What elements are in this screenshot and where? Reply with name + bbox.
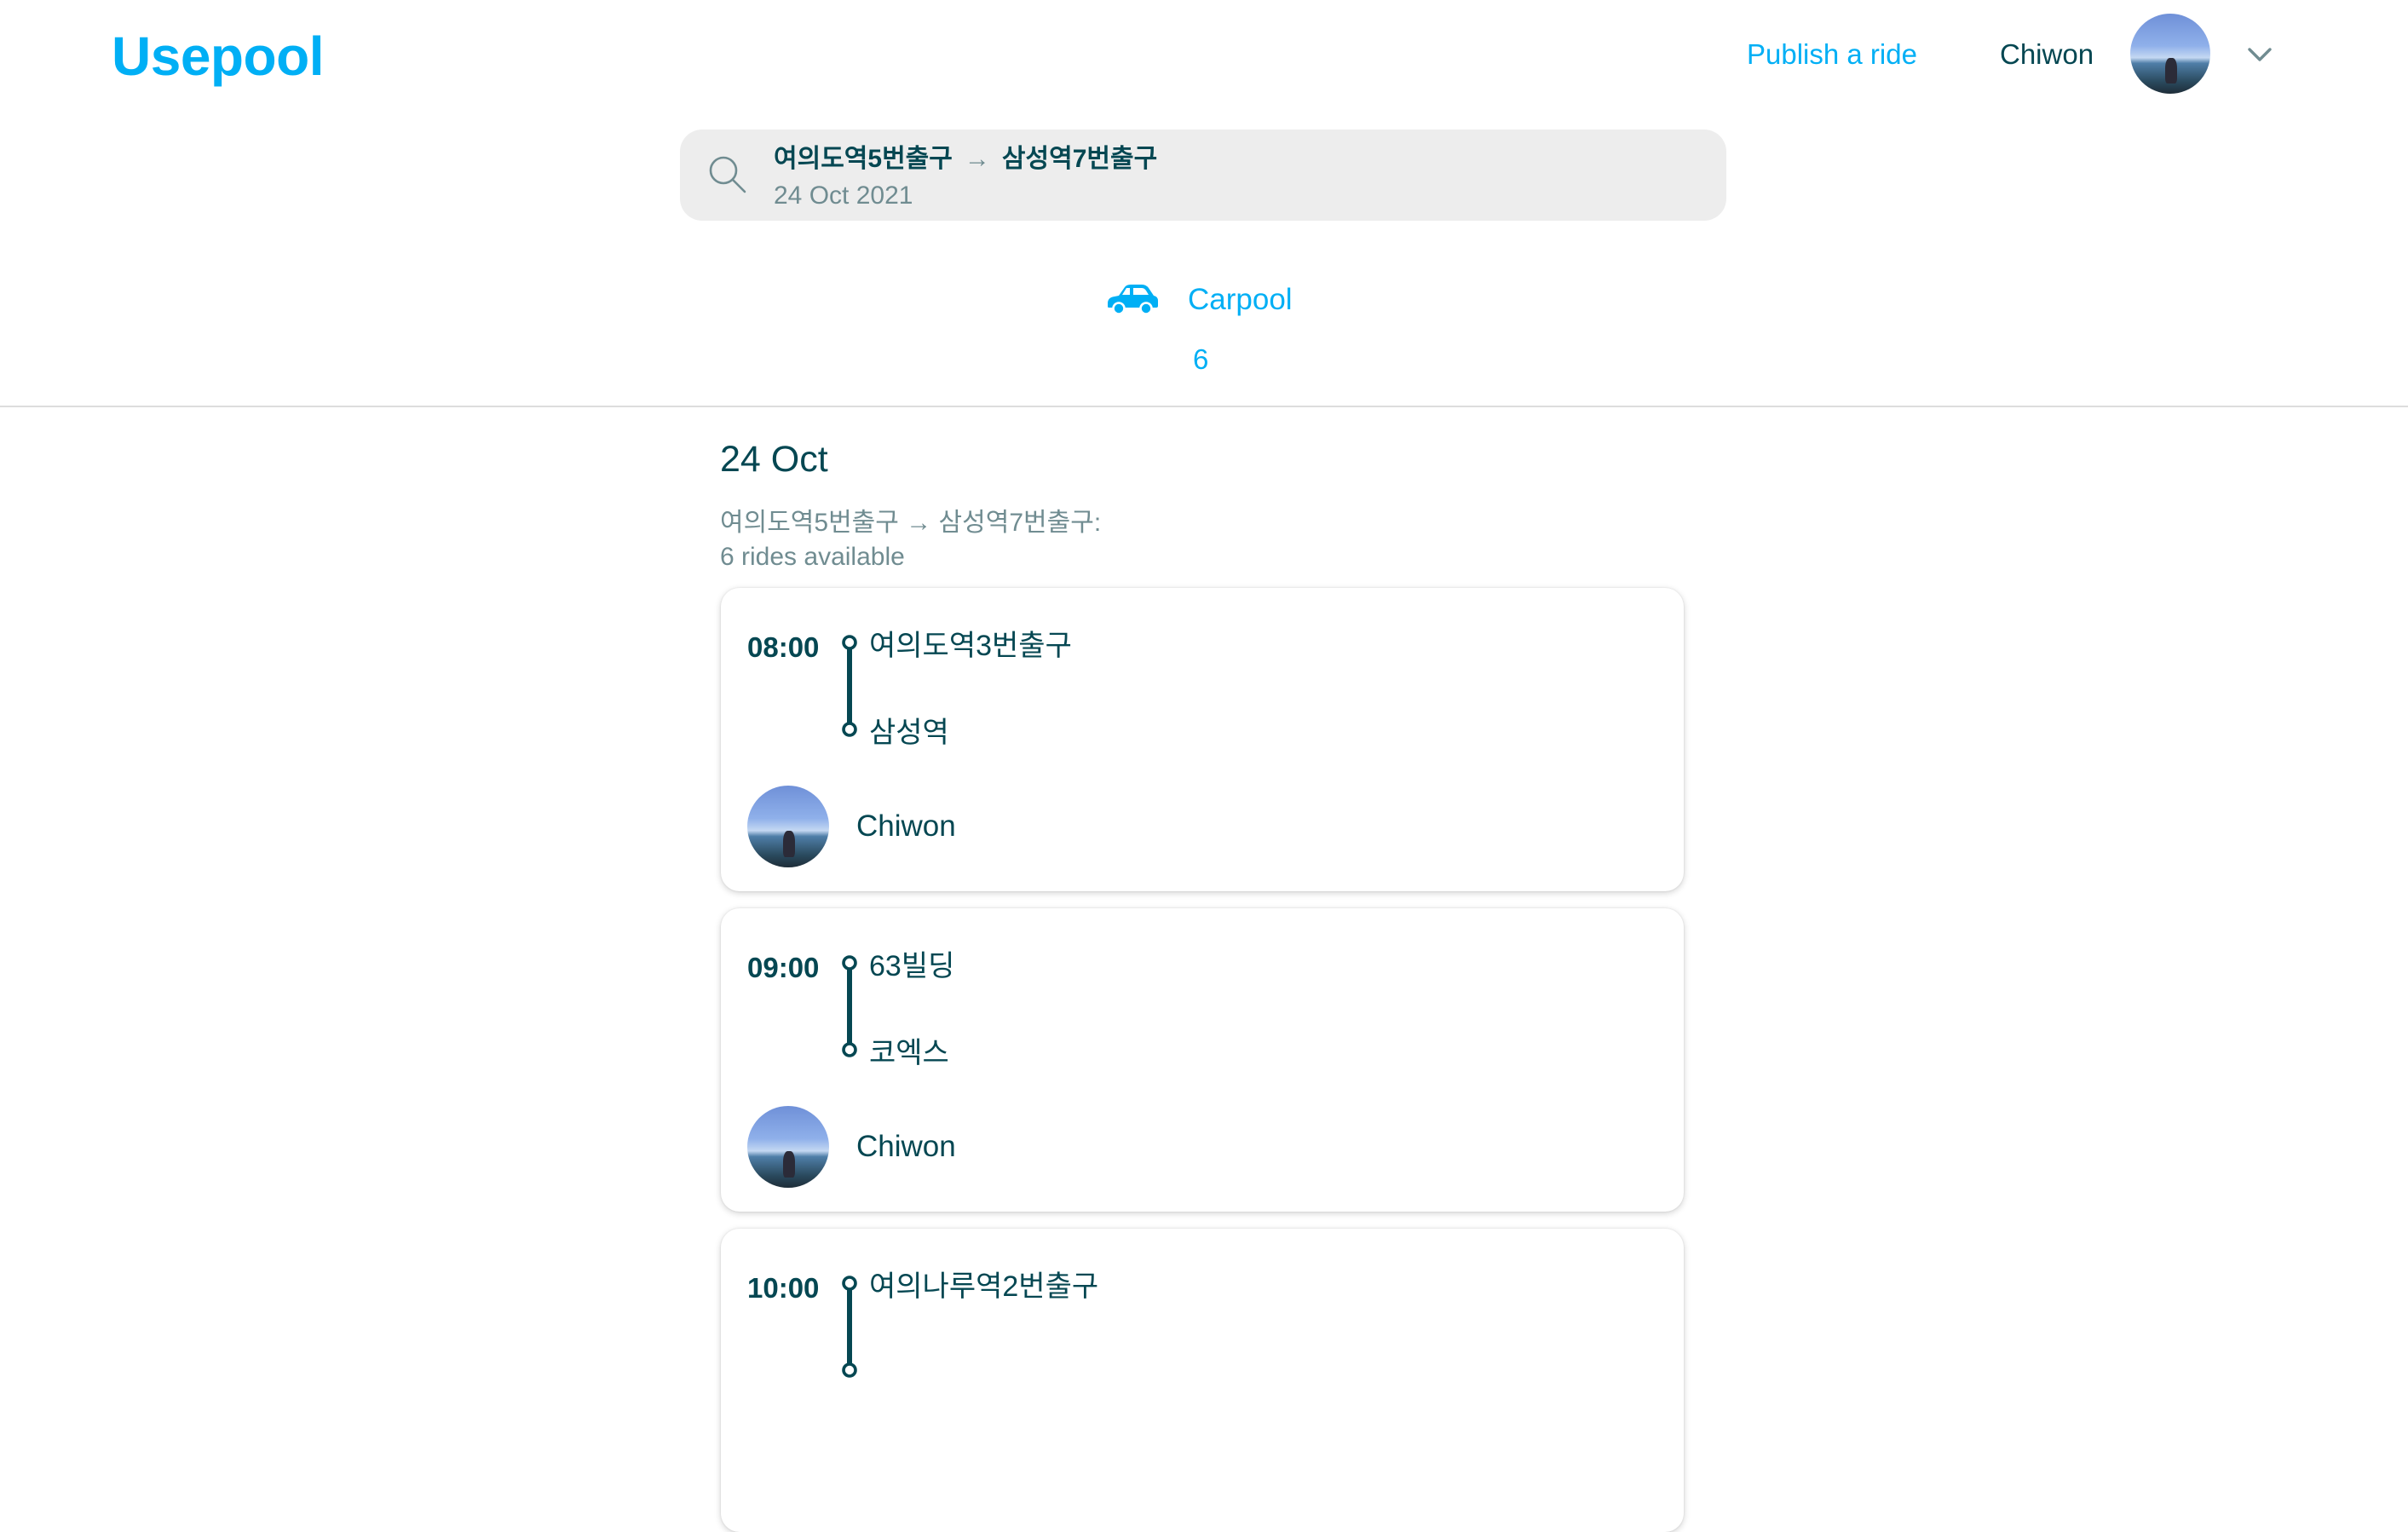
car-icon [1108,285,1158,315]
tab-count: 6 [1193,343,1209,375]
user-name[interactable]: Chiwon [2000,36,2094,73]
route-line-icon [842,1276,857,1378]
ride-card[interactable]: 08:00 여의도역3번출구 삼성역 Chiwon [721,588,1684,891]
route-line-icon [842,635,857,737]
chevron-down-icon[interactable] [2246,41,2273,68]
avatar[interactable] [2130,14,2210,94]
tab-carpool[interactable]: Carpool 6 [1104,273,1309,383]
divider [0,406,2408,407]
departure-time: 10:00 [747,1272,820,1304]
tab-label: Carpool [1188,283,1293,316]
ride-card[interactable]: 09:00 63빌딩 코엑스 Chiwon [721,908,1684,1212]
publish-ride-link[interactable]: Publish a ride [1747,36,1917,73]
logo[interactable]: Usepool [112,22,324,90]
driver-name: Chiwon [856,1130,956,1163]
rides-available-count: 6 rides available [720,543,905,571]
ride-card[interactable]: 10:00 여의나루역2번출구 [721,1229,1684,1532]
driver-avatar [747,786,829,867]
search-route: 여의도역5번출구 → 삼성역7번출구 [774,142,1157,176]
results-route: 여의도역5번출구 → 삼성역7번출구: [720,509,1102,537]
pickup-location: 63빌딩 [869,950,955,982]
search-to: 삼성역7번출구 [1001,145,1158,173]
departure-time: 09:00 [747,952,820,983]
pickup-location: 여의도역3번출구 [869,630,1072,662]
search-summary-bar[interactable]: 여의도역5번출구 → 삼성역7번출구 24 Oct 2021 [680,130,1726,221]
search-from: 여의도역5번출구 [774,145,953,173]
driver-name: Chiwon [856,809,956,843]
search-date: 24 Oct 2021 [774,181,913,210]
dropoff-location: 삼성역 [869,717,949,749]
results-summary: 여의도역5번출구 → 삼성역7번출구: 6 rides available [720,506,1101,574]
search-icon [709,156,746,193]
results-date-heading: 24 Oct [720,439,828,480]
dropoff-location: 코엑스 [869,1037,949,1069]
route-line-icon [842,955,857,1057]
pickup-location: 여의나루역2번출구 [869,1270,1099,1303]
route-arrow: → [964,145,990,173]
driver-avatar [747,1106,829,1188]
departure-time: 08:00 [747,631,820,663]
